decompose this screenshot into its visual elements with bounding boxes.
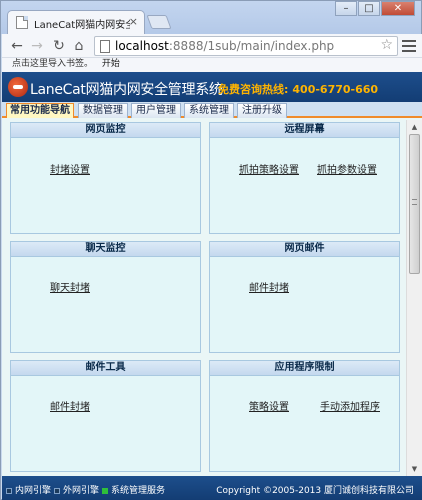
window-controls: – □ ✕ [334,1,415,17]
status-system-service: 系统管理服务 [102,483,165,496]
minimize-button[interactable]: – [335,1,357,16]
close-window-button[interactable]: ✕ [381,1,415,16]
page-icon [16,16,28,29]
status-footer: 内网引擎 外网引擎 系统管理服务 Copyright ©2005-2013 厦门… [2,476,422,500]
tab-system-management[interactable]: 系统管理 [184,103,234,118]
status-internet-engine: 外网引擎 [54,483,99,496]
maximize-button[interactable]: □ [358,1,380,16]
forward-arrow-icon[interactable]: → [28,37,46,55]
bookmarks-hint[interactable]: 点击这里导入书签。 [12,59,93,69]
panel-app-restriction: 应用程序限制 策略设置 手动添加程序 [209,360,400,472]
tab-strip: LaneCat网猫内网安全管理 × – □ ✕ [1,1,421,34]
bookmark-star-icon[interactable]: ☆ [380,37,393,53]
bookmarks-bar: 点击这里导入书签。 开始 [2,58,422,72]
link-capture-policy[interactable]: 抓拍策略设置 [239,161,299,176]
page-info-icon [100,40,110,53]
panel-web-monitoring: 网页监控 封堵设置 [10,122,201,234]
bookmarks-import-link[interactable]: 开始 [102,59,120,69]
tab-common-functions[interactable]: 常用功能导航 [6,103,74,118]
tab-title: LaneCat网猫内网安全管理 [34,20,130,31]
web-page: LaneCat网猫内网安全管理系统 免费咨询热线: 400-6770-660 常用… [2,72,422,500]
main-nav: 常用功能导航 数据管理 用户管理 系统管理 注册升级 [2,102,422,118]
link-add-program[interactable]: 手动添加程序 [320,398,380,413]
browser-tab[interactable]: LaneCat网猫内网安全管理 × [7,10,145,34]
link-mail-tool-block[interactable]: 邮件封堵 [50,398,90,413]
vertical-scrollbar[interactable]: ▲ ▼ [406,120,422,476]
tab-registration-upgrade[interactable]: 注册升级 [237,103,287,118]
back-arrow-icon[interactable]: ← [8,37,26,55]
close-tab-icon[interactable]: × [129,15,138,28]
status-dot-icon [102,487,108,494]
browser-window: LaneCat网猫内网安全管理 × – □ ✕ ← → ↻ ⌂ localhos… [0,0,422,500]
logo-icon [8,77,28,97]
scroll-thumb[interactable] [409,134,420,274]
panel-remote-screen: 远程屏幕 抓拍策略设置 抓拍参数设置 [209,122,400,234]
link-capture-params[interactable]: 抓拍参数设置 [317,161,377,176]
link-block-settings[interactable]: 封堵设置 [50,161,90,176]
menu-icon[interactable] [402,37,416,55]
status-dot-icon [6,487,12,494]
browser-toolbar: ← → ↻ ⌂ localhost:8888/1sub/main/index.p… [2,34,422,58]
panel-title: 应用程序限制 [210,361,399,376]
home-icon[interactable]: ⌂ [70,37,88,55]
hotline: 免费咨询热线: 400-6770-660 [218,83,379,96]
tab-user-management[interactable]: 用户管理 [131,103,181,118]
panel-title: 邮件工具 [11,361,200,376]
panel-mail-tools: 邮件工具 邮件封堵 [10,360,201,472]
panel-web-mail: 网页邮件 邮件封堵 [209,241,400,353]
link-mail-block[interactable]: 邮件封堵 [249,279,289,294]
link-chat-block[interactable]: 聊天封堵 [50,279,90,294]
panel-title: 网页邮件 [210,242,399,257]
link-policy-settings[interactable]: 策略设置 [249,398,289,413]
new-tab-button[interactable] [146,15,172,29]
status-intranet-engine: 内网引擎 [6,483,51,496]
panel-title: 远程屏幕 [210,123,399,138]
scroll-up-icon[interactable]: ▲ [407,120,422,134]
reload-icon[interactable]: ↻ [50,37,68,55]
tab-data-management[interactable]: 数据管理 [78,103,128,118]
app-title: LaneCat网猫内网安全管理系统 [30,82,223,98]
url-text: localhost:8888/1sub/main/index.php [115,39,335,53]
address-bar[interactable]: localhost:8888/1sub/main/index.php ☆ [94,36,398,56]
panel-chat-monitoring: 聊天监控 聊天封堵 [10,241,201,353]
panel-title: 网页监控 [11,123,200,138]
status-dot-icon [54,487,60,494]
copyright: Copyright ©2005-2013 厦门诚创科技有限公司 [216,486,414,496]
panel-title: 聊天监控 [11,242,200,257]
app-header: LaneCat网猫内网安全管理系统 免费咨询热线: 400-6770-660 [2,72,422,102]
content-area: 网页监控 封堵设置 远程屏幕 抓拍策略设置 抓拍参数设置 聊天监控 聊天封堵 网… [2,120,406,476]
scroll-down-icon[interactable]: ▼ [407,462,422,476]
